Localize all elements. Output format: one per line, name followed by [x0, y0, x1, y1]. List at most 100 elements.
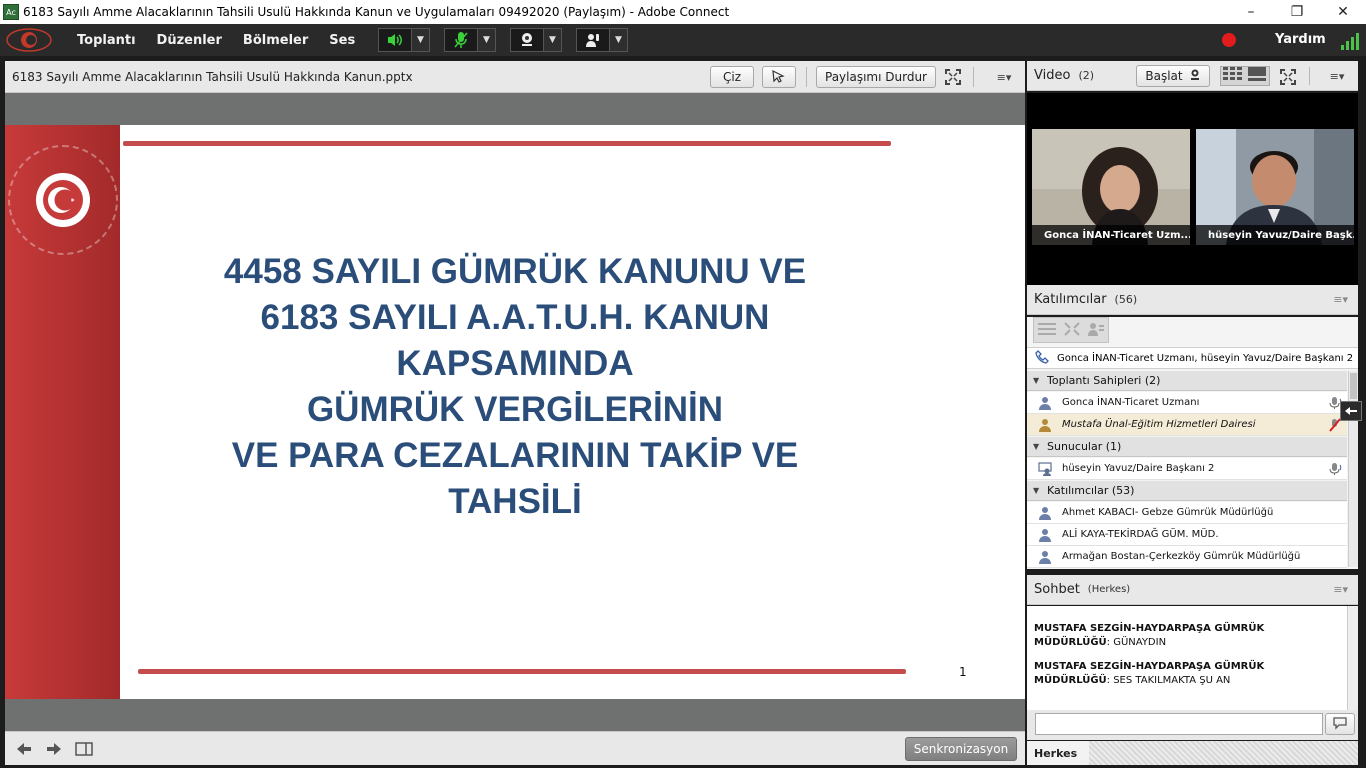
minimize-icon[interactable]: –: [1228, 0, 1274, 24]
slide-title: 4458 SAYILI GÜMRÜK KANUNU VE 6183 SAYILI…: [150, 249, 880, 525]
participants-pod-header: Katılımcılar (56) ≡▾: [1027, 285, 1358, 315]
fullscreen-icon[interactable]: [943, 68, 963, 86]
connection-strength-icon: [1341, 30, 1363, 50]
menu-pods[interactable]: Bölmeler: [243, 33, 308, 48]
next-slide-icon[interactable]: [44, 740, 64, 758]
participant-row[interactable]: hüseyin Yavuz/Daire Başkanı 2: [1027, 458, 1347, 480]
start-webcam-label: Başlat: [1145, 69, 1183, 83]
chevron-down-icon[interactable]: ▼: [544, 28, 562, 52]
webcam-toggle[interactable]: ▼: [510, 28, 562, 52]
attendee-user-icon: [1038, 506, 1052, 520]
video-pod-title: Video: [1034, 68, 1071, 83]
microphone-icon[interactable]: [444, 28, 478, 52]
chat-pod-header: Sohbet (Herkes) ≡▾: [1027, 575, 1358, 605]
raise-hand-icon[interactable]: [576, 28, 610, 52]
status-toggle[interactable]: ▼: [576, 28, 628, 52]
slide-title-line: 6183 SAYILI A.A.T.U.H. KANUN: [260, 298, 770, 337]
sync-button[interactable]: Senkronizasyon: [905, 737, 1017, 761]
toolbar-divider: [1309, 67, 1310, 85]
chat-message-input[interactable]: [1035, 713, 1323, 735]
toolbar-divider: [973, 67, 974, 87]
start-webcam-button[interactable]: Başlat: [1136, 65, 1210, 87]
collapse-panel-arrow-icon[interactable]: [1340, 401, 1362, 421]
speaker-icon[interactable]: [378, 28, 412, 52]
chat-message-text: : SES TAKILMAKTA ŞU AN: [1106, 675, 1231, 686]
speaker-toggle[interactable]: ▼: [378, 28, 430, 52]
participant-name: Ahmet KABACI- Gebze Gümrük Müdürlüğü: [1062, 507, 1274, 518]
expand-view-icon[interactable]: [1064, 321, 1080, 340]
video-tile-caption: hüseyin Yavuz/Daire Başk...: [1196, 225, 1354, 245]
participant-row[interactable]: Armağan Bostan-Çerkezköy Gümrük Müdürlüğ…: [1027, 546, 1347, 568]
slide-title-line: KAPSAMINDA: [396, 344, 634, 383]
menu-audio[interactable]: Ses: [329, 33, 355, 48]
video-tile[interactable]: hüseyin Yavuz/Daire Başk...: [1196, 129, 1354, 245]
draw-button[interactable]: Çiz: [710, 66, 754, 88]
participant-row[interactable]: ALİ KAYA-TEKİRDAĞ GÜM. MÜD.: [1027, 524, 1347, 546]
attendee-view-icon[interactable]: [1088, 321, 1104, 340]
collapse-triangle-icon[interactable]: ▼: [1033, 486, 1047, 495]
pod-options-menu-icon[interactable]: ≡▾: [1333, 293, 1348, 306]
pod-options-menu-icon[interactable]: ≡▾: [1326, 69, 1348, 83]
presenters-group-label: Sunucular (1): [1047, 440, 1122, 453]
webcam-icon[interactable]: [510, 28, 544, 52]
pod-options-menu-icon[interactable]: ≡▾: [1333, 583, 1348, 596]
help-menu[interactable]: Yardım: [1275, 32, 1326, 47]
participant-name: Gonca İNAN-Ticaret Uzmanı: [1062, 397, 1200, 408]
menu-layouts[interactable]: Düzenler: [157, 33, 222, 48]
stop-sharing-button[interactable]: Paylaşımı Durdur: [816, 66, 936, 88]
chevron-down-icon[interactable]: ▼: [412, 28, 430, 52]
close-icon[interactable]: ✕: [1320, 0, 1366, 24]
active-speakers-names: Gonca İNAN-Ticaret Uzmanı, hüseyin Yavuz…: [1057, 352, 1354, 364]
video-layout-toggle[interactable]: [1220, 66, 1270, 86]
presenters-group-header[interactable]: ▼ Sunucular (1): [1027, 437, 1347, 457]
list-view-icon[interactable]: [1038, 321, 1056, 340]
pod-options-menu-icon[interactable]: ≡▾: [993, 69, 1015, 85]
slide-title-line: GÜMRÜK VERGİLERİNİN: [306, 390, 724, 429]
slide-title-line: 4458 SAYILI GÜMRÜK KANUNU VE: [223, 252, 807, 291]
attendee-user-icon: [1038, 528, 1052, 542]
pointer-button[interactable]: [762, 66, 796, 88]
phone-speaking-icon: [1035, 349, 1051, 367]
participant-name: ALİ KAYA-TEKİRDAĞ GÜM. MÜD.: [1062, 529, 1219, 540]
attendees-group-header[interactable]: ▼ Katılımcılar (53): [1027, 481, 1347, 501]
chat-message: MUSTAFA SEZGİN-HAYDARPAŞA GÜMRÜK MÜDÜRLÜ…: [1034, 622, 1284, 650]
recording-indicator-icon[interactable]: [1222, 33, 1236, 47]
chat-messages: MUSTAFA SEZGİN-HAYDARPAŞA GÜMRÜK MÜDÜRLÜ…: [1027, 606, 1358, 710]
filmstrip-view-icon[interactable]: [1247, 67, 1267, 85]
menu-meeting[interactable]: Toplantı: [77, 33, 136, 48]
slide-top-rule: [123, 141, 891, 146]
participants-list: Gonca İNAN-Ticaret Uzmanı, hüseyin Yavuz…: [1027, 317, 1358, 569]
scrollbar-thumb[interactable]: [1350, 373, 1357, 399]
chat-pod-title: Sohbet: [1034, 582, 1080, 597]
toolbar-divider: [806, 67, 807, 87]
chevron-down-icon[interactable]: ▼: [478, 28, 496, 52]
sidebar-toggle-icon[interactable]: [74, 740, 94, 758]
previous-slide-icon[interactable]: [14, 740, 34, 758]
speech-bubble-icon: [1332, 715, 1348, 734]
video-tile-caption: Gonca İNAN-Ticaret Uzm...: [1032, 225, 1190, 245]
maximize-icon[interactable]: ❐: [1274, 0, 1320, 24]
fullscreen-icon[interactable]: [1278, 68, 1298, 86]
shared-document-title: 6183 Sayılı Amme Alacaklarının Tahsili U…: [12, 69, 413, 84]
attendees-group-label: Katılımcılar (53): [1047, 484, 1135, 497]
chat-footer: Herkes: [1027, 741, 1358, 765]
participant-row[interactable]: Mustafa Ünal-Eğitim Hizmetleri Dairesi: [1027, 414, 1347, 436]
video-tile[interactable]: Gonca İNAN-Ticaret Uzm...: [1032, 129, 1190, 245]
host-user-icon: [1038, 418, 1052, 432]
microphone-toggle[interactable]: ▼: [444, 28, 496, 52]
participant-row[interactable]: Gonca İNAN-Ticaret Uzmanı: [1027, 392, 1347, 414]
participants-count: (56): [1114, 293, 1138, 306]
grid-view-icon[interactable]: [1223, 67, 1243, 85]
organization-logo-icon: [2, 25, 56, 55]
chat-recipient-selector[interactable]: Herkes: [1027, 741, 1089, 765]
slide-title-line: VE PARA CEZALARININ TAKİP VE: [231, 436, 799, 475]
chat-scrollbar[interactable]: [1347, 606, 1358, 710]
collapse-triangle-icon[interactable]: ▼: [1033, 376, 1047, 385]
hosts-group-header[interactable]: ▼ Toplantı Sahipleri (2): [1027, 371, 1347, 391]
slide-bottom-rule: [138, 669, 906, 674]
crescent-star-icon: [36, 173, 90, 227]
participant-row[interactable]: Ahmet KABACI- Gebze Gümrük Müdürlüğü: [1027, 502, 1347, 524]
chevron-down-icon[interactable]: ▼: [610, 28, 628, 52]
send-message-button[interactable]: [1325, 713, 1355, 735]
collapse-triangle-icon[interactable]: ▼: [1033, 442, 1047, 451]
